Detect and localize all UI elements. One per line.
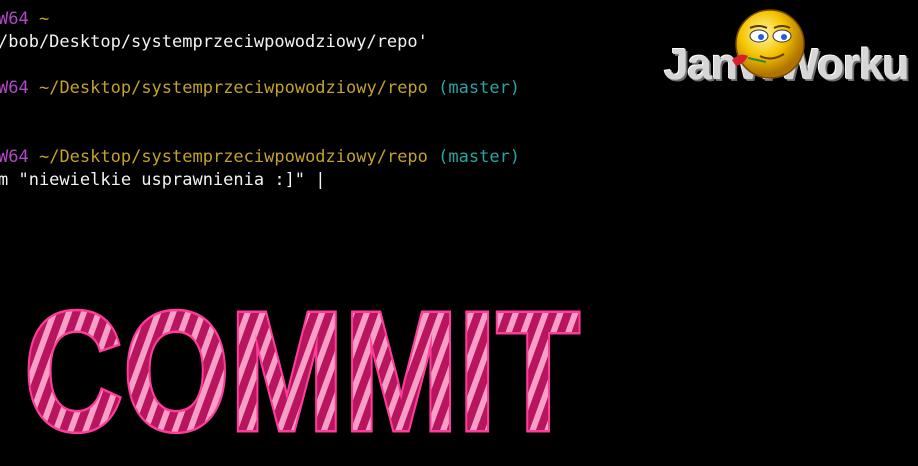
commit-banner: COMMIT bbox=[22, 280, 583, 460]
prompt-path: ~/Desktop/systemprzeciwpowodziowy/repo bbox=[38, 78, 428, 98]
command-input-line[interactable]: m "niewielkie usprawnienia :]" | bbox=[0, 169, 326, 191]
logo: JanWWorku bbox=[660, 0, 918, 100]
prompt-host: W64 bbox=[0, 147, 29, 167]
smiley-icon bbox=[732, 9, 805, 79]
prompt-line-1: W64 ~ bbox=[0, 8, 49, 30]
git-branch: (master) bbox=[438, 147, 521, 167]
prompt-line-4: W64 ~/Desktop/systemprzeciwpowodziowy/re… bbox=[0, 146, 520, 168]
prompt-path: ~/Desktop/systemprzeciwpowodziowy/repo bbox=[38, 147, 428, 167]
prompt-host: W64 bbox=[0, 78, 29, 98]
prompt-path: ~ bbox=[38, 9, 50, 29]
prompt-line-3: W64 ~/Desktop/systemprzeciwpowodziowy/re… bbox=[0, 77, 520, 99]
commit-banner-text: COMMIT bbox=[24, 280, 580, 460]
prompt-host: W64 bbox=[0, 9, 29, 29]
git-branch: (master) bbox=[438, 78, 521, 98]
output-line: /bob/Desktop/systemprzeciwpowodziowy/rep… bbox=[0, 32, 428, 52]
